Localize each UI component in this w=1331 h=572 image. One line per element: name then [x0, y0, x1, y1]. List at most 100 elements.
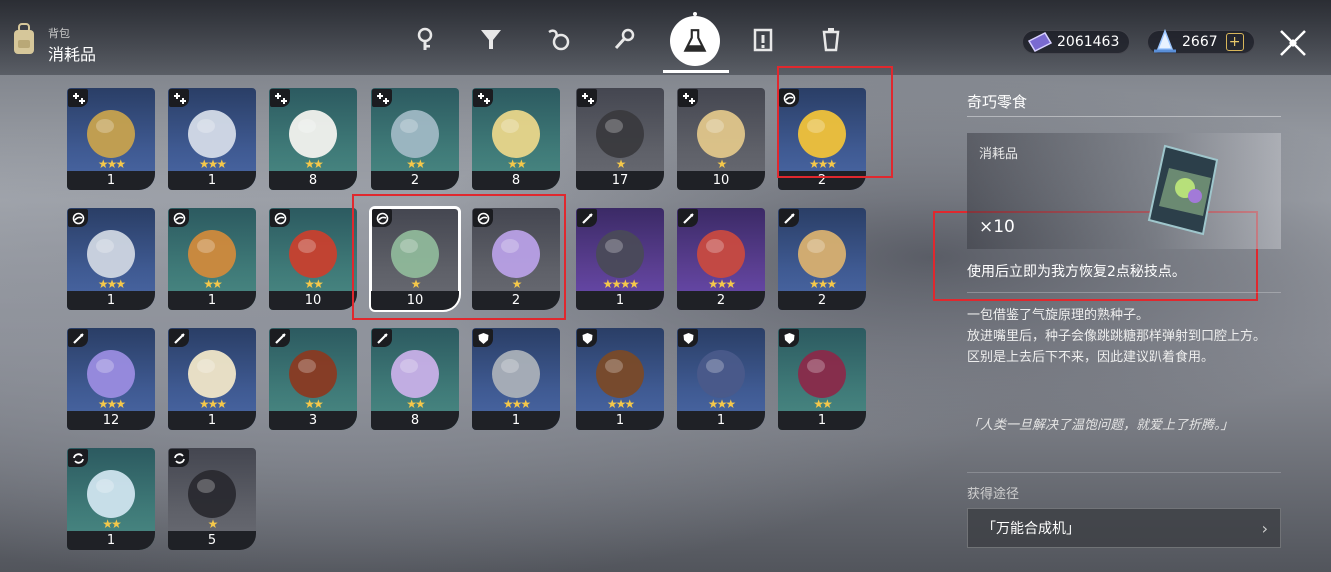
- rarity-stars: ★★: [304, 397, 324, 411]
- item-card[interactable]: ★★ 1: [67, 448, 155, 550]
- divider: [967, 116, 1281, 117]
- key-icon: [417, 27, 433, 50]
- chevron-right-icon: ›: [1261, 519, 1268, 538]
- source-button[interactable]: 「万能合成机」 ›: [967, 508, 1281, 548]
- item-card[interactable]: ★★★ 1: [67, 208, 155, 310]
- item-card[interactable]: ★ 5: [168, 448, 256, 550]
- breadcrumb-parent: 背包: [48, 27, 70, 40]
- item-count: 10: [371, 291, 459, 310]
- item-count: 17: [576, 171, 664, 190]
- item-count: 1: [576, 291, 664, 310]
- page-title: 消耗品: [48, 45, 97, 64]
- plus-badge-icon: [169, 89, 189, 107]
- item-count: 10: [677, 171, 765, 190]
- item-card[interactable]: ★★★ 2: [778, 208, 866, 310]
- item-name: 奇巧零食: [967, 93, 1028, 111]
- item-card[interactable]: ★★★ 2: [677, 208, 765, 310]
- rarity-stars: ★★: [304, 157, 324, 171]
- rarity-stars: ★★: [813, 397, 833, 411]
- rarity-stars: ★★: [507, 157, 527, 171]
- item-card[interactable]: ★★★ 1: [67, 88, 155, 190]
- rarity-stars: ★★★: [198, 397, 227, 411]
- rarity-stars: ★★★: [97, 277, 126, 291]
- rarity-stars: ★: [615, 157, 627, 171]
- rarity-stars: ★: [207, 517, 219, 531]
- rarity-stars: ★★★: [606, 397, 635, 411]
- item-count: 1: [168, 171, 256, 190]
- item-card[interactable]: ★★★ 1: [472, 328, 560, 430]
- tab-swirl[interactable]: [541, 20, 575, 58]
- item-card[interactable]: ★★★ 1: [677, 328, 765, 430]
- rarity-stars: ★★★: [808, 277, 837, 291]
- crystal-icon: [1154, 28, 1176, 53]
- item-count: 5: [168, 531, 256, 550]
- plus-badge-icon: [473, 89, 493, 107]
- sword-badge-icon: [169, 329, 189, 347]
- item-card[interactable]: ★★★ 1: [168, 88, 256, 190]
- sword-badge-icon: [372, 329, 392, 347]
- item-card[interactable]: ★ 17: [576, 88, 664, 190]
- backpack-icon: [14, 23, 34, 54]
- item-card[interactable]: ★★★ 1: [168, 328, 256, 430]
- cycle-badge-icon: [68, 449, 88, 467]
- item-card[interactable]: ★ 2: [472, 208, 560, 310]
- item-card[interactable]: ★★★ 12: [67, 328, 155, 430]
- item-card[interactable]: ★★ 8: [269, 88, 357, 190]
- item-card[interactable]: ★★ 10: [269, 208, 357, 310]
- item-quantity: ×10: [979, 217, 1015, 237]
- item-card[interactable]: ★★★ 1: [576, 328, 664, 430]
- swirl-badge-icon: [779, 89, 799, 107]
- description-line: 放进嘴里后，种子会像跳跳糖那样弹射到口腔上方。: [967, 329, 1267, 344]
- item-count: 1: [472, 411, 560, 430]
- item-card[interactable]: ★★ 3: [269, 328, 357, 430]
- item-count: 8: [269, 171, 357, 190]
- tab-consumables[interactable]: [670, 16, 720, 66]
- item-count: 2: [677, 291, 765, 310]
- tab-clipboard[interactable]: [746, 20, 780, 58]
- tab-key[interactable]: [408, 20, 442, 58]
- item-card[interactable]: ★★★ 2: [778, 88, 866, 190]
- divider: [967, 292, 1281, 293]
- item-count: 2: [472, 291, 560, 310]
- item-count: 10: [269, 291, 357, 310]
- active-tab-underline: [663, 70, 729, 73]
- rarity-stars: ★★★★: [602, 277, 639, 291]
- item-card[interactable]: ★ 10: [369, 206, 461, 312]
- rarity-stars: ★★★: [707, 277, 736, 291]
- tab-trash[interactable]: [814, 20, 848, 58]
- tab-funnel[interactable]: [474, 20, 508, 58]
- item-effect: 使用后立即为我方恢复2点秘技点。: [967, 264, 1186, 280]
- rarity-stars: ★★★: [808, 157, 837, 171]
- rarity-stars: ★: [511, 277, 523, 291]
- item-card[interactable]: ★★ 2: [371, 88, 459, 190]
- plus-badge-icon: [577, 89, 597, 107]
- item-count: 2: [778, 171, 866, 190]
- rarity-stars: ★★★: [198, 157, 227, 171]
- item-count: 1: [67, 171, 155, 190]
- item-card[interactable]: ★★ 8: [472, 88, 560, 190]
- stellar-jade-counter: 2061463: [1022, 30, 1131, 54]
- item-card[interactable]: ★★★★ 1: [576, 208, 664, 310]
- item-card[interactable]: ★ 10: [677, 88, 765, 190]
- sword-badge-icon: [779, 209, 799, 227]
- cycle-badge-icon: [169, 449, 189, 467]
- snack-bag-icon: [1147, 144, 1219, 236]
- rarity-stars: ★★: [304, 277, 324, 291]
- swirl-badge-icon: [473, 209, 493, 227]
- shield-badge-icon: [678, 329, 698, 347]
- tab-wrench[interactable]: [607, 20, 641, 58]
- item-count: 1: [168, 291, 256, 310]
- rarity-stars: ★★★: [97, 397, 126, 411]
- item-card[interactable]: ★★ 1: [778, 328, 866, 430]
- source-label: 获得途径: [967, 487, 1020, 502]
- rarity-stars: ★★: [203, 277, 223, 291]
- add-currency-button[interactable]: +: [1225, 33, 1244, 51]
- currency-amount-2: 2667: [1182, 34, 1218, 50]
- close-icon[interactable]: [1278, 28, 1308, 58]
- item-card[interactable]: ★★ 1: [168, 208, 256, 310]
- item-count: 8: [371, 411, 459, 430]
- description-line: 一包借鉴了气旋原理的熟种子。: [967, 308, 1150, 323]
- item-card[interactable]: ★★ 8: [371, 328, 459, 430]
- jade-counter: 2667 +: [1147, 28, 1255, 54]
- sword-badge-icon: [678, 209, 698, 227]
